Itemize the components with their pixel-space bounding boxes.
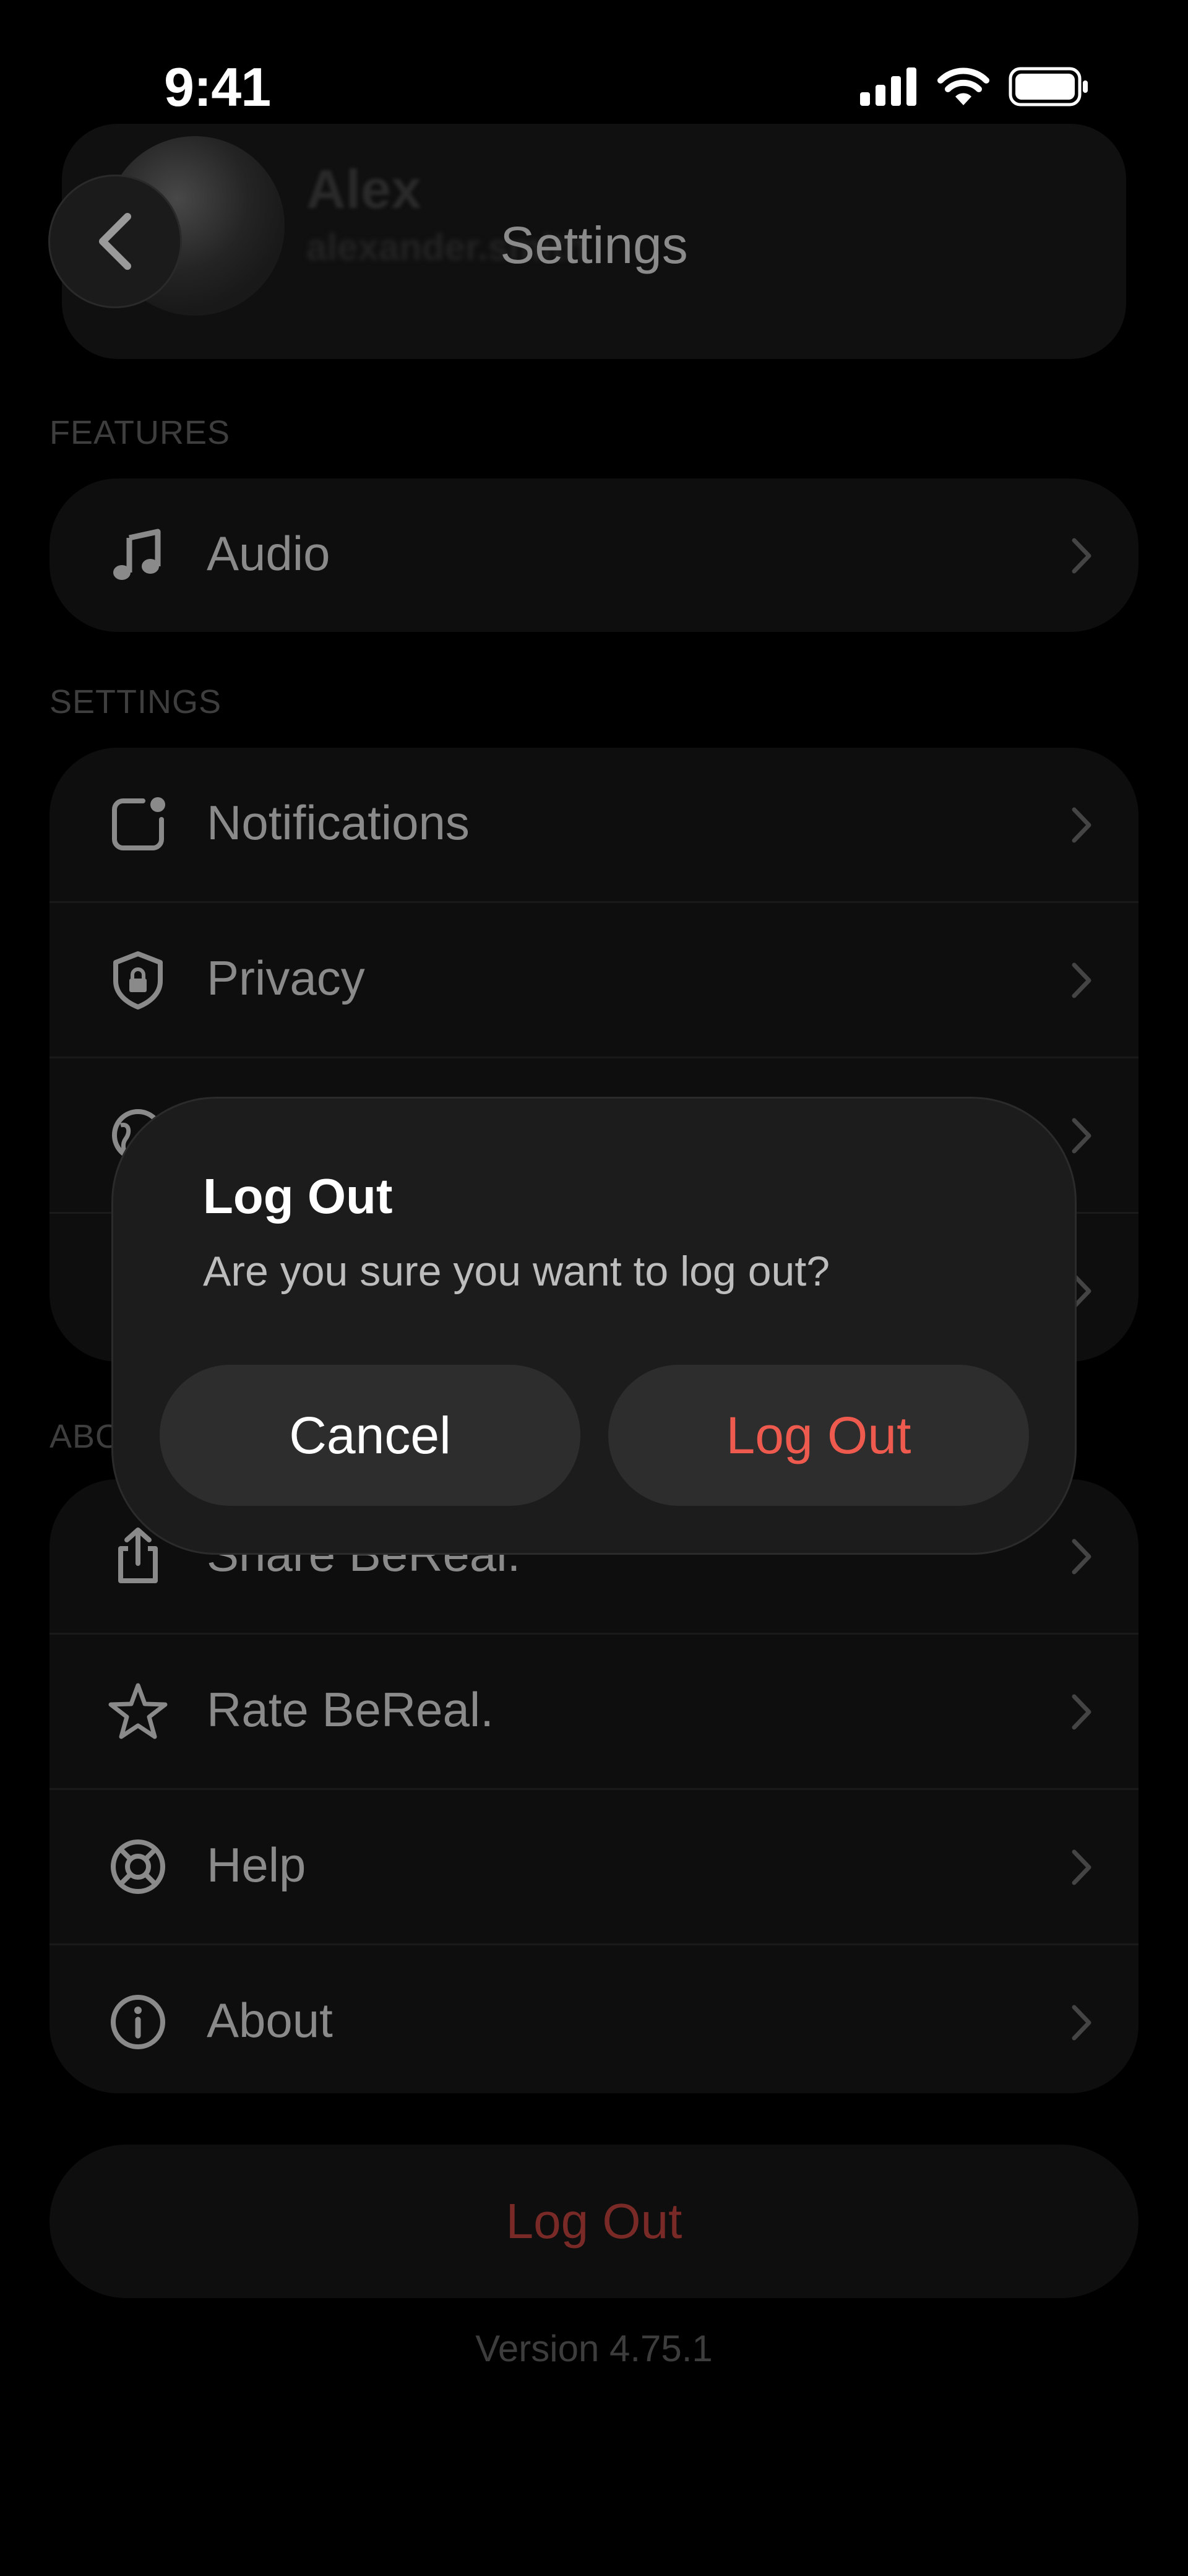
status-time: 9:41 (164, 56, 271, 118)
logout-dialog: Log Out Are you sure you want to log out… (111, 1097, 1077, 1555)
settings-row-help[interactable]: Help (50, 1790, 1138, 1945)
row-label: Privacy (207, 951, 365, 1005)
settings-row-audio[interactable]: Audio (50, 478, 1138, 632)
settings-screen: 9:41 Alex alexander.smith Settings FEATU… (0, 0, 1188, 2576)
row-label: Audio (207, 526, 330, 581)
notification-icon (108, 795, 168, 854)
header: Alex alexander.smith Settings (0, 124, 1188, 384)
battery-icon (1009, 67, 1088, 106)
lifebuoy-icon (108, 1837, 168, 1896)
shield-lock-icon (108, 950, 168, 1009)
confirm-logout-button[interactable]: Log Out (608, 1365, 1029, 1506)
chevron-right-icon (1072, 1118, 1091, 1154)
status-bar: 9:41 (0, 0, 1188, 124)
settings-row-rate[interactable]: Rate BeReal. (50, 1635, 1138, 1790)
status-icons (860, 67, 1089, 106)
logout-button[interactable]: Log Out (50, 2145, 1138, 2298)
settings-row-privacy[interactable]: Privacy (50, 903, 1138, 1058)
row-label: Help (207, 1838, 306, 1892)
section-label-settings: SETTINGS (50, 683, 222, 720)
settings-row-about[interactable]: About (50, 1945, 1138, 2093)
chevron-right-icon (1072, 538, 1091, 574)
dialog-message: Are you sure you want to log out? (203, 1248, 830, 1295)
chevron-right-icon (1072, 962, 1091, 998)
version-label: Version 4.75.1 (475, 2328, 713, 2369)
section-label-features: FEATURES (50, 414, 231, 451)
row-label: Rate BeReal. (207, 1682, 494, 1737)
settings-row-notifications[interactable]: Notifications (50, 748, 1138, 903)
star-icon (108, 1682, 168, 1741)
row-label: Notifications (207, 795, 470, 850)
about-group: Share BeReal. Rate BeReal. Help (50, 1479, 1138, 2093)
cellular-signal-icon (860, 67, 916, 106)
chevron-right-icon (1072, 1694, 1091, 1730)
info-icon (108, 1992, 168, 2052)
chevron-right-icon (1072, 1849, 1091, 1885)
page-title: Settings (500, 216, 688, 274)
music-note-icon (108, 525, 168, 585)
chevron-right-icon (1072, 807, 1091, 843)
features-group: Audio (50, 478, 1138, 632)
chevron-right-icon (1072, 1539, 1091, 1575)
wifi-icon (937, 67, 989, 105)
cancel-button[interactable]: Cancel (160, 1365, 580, 1506)
dialog-title: Log Out (203, 1169, 393, 1224)
chevron-right-icon (1072, 2005, 1091, 2041)
profile-name: Alex (306, 158, 421, 220)
row-label: About (207, 1993, 333, 2047)
